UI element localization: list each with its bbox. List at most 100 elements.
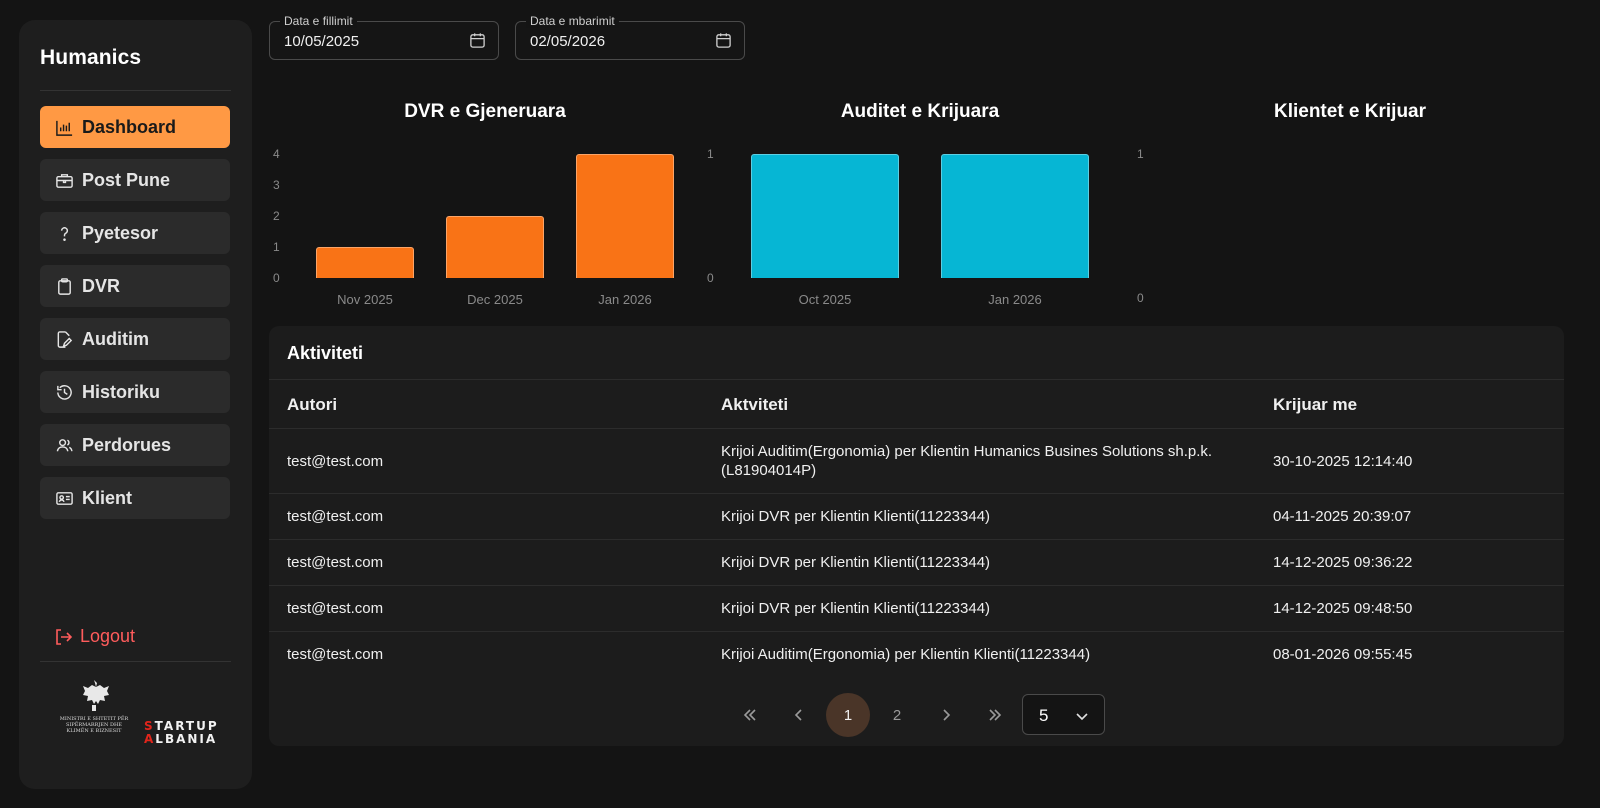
- chart-bar: [446, 216, 544, 278]
- sidebar-item-label: Perdorues: [82, 434, 172, 455]
- sidebar-item-label: Historiku: [82, 381, 161, 402]
- next-page-button[interactable]: [924, 693, 968, 737]
- sidebar-item-label: Post Pune: [82, 169, 171, 190]
- divider: [40, 90, 231, 91]
- logout-button[interactable]: Logout: [53, 626, 135, 647]
- chevron-right-icon: [943, 709, 951, 721]
- cell-author: test@test.com: [287, 453, 384, 470]
- y-tick-label: 1: [1137, 147, 1144, 161]
- page-size-value: 5: [1039, 706, 1049, 725]
- table-row: test@test.com Krijoi DVR per Klientin Kl…: [269, 585, 1564, 631]
- page-button-1[interactable]: 1: [826, 693, 870, 737]
- y-tick-label: 0: [707, 271, 714, 285]
- page-size-select[interactable]: 5: [1022, 694, 1105, 735]
- cell-created: 14-12-2025 09:36:22: [1273, 554, 1413, 571]
- users-icon: [54, 435, 74, 455]
- ministry-text: MINISTRI E SHTETIT PËR SIPËRMARRJEN DHE …: [59, 716, 129, 734]
- end-date-field[interactable]: Data e mbarimit 02/05/2026: [515, 14, 745, 60]
- table-row: test@test.com Krijoi Auditim(Ergonomia) …: [269, 631, 1564, 677]
- prev-page-button[interactable]: [777, 693, 821, 737]
- y-tick-label: 3: [273, 178, 280, 192]
- sidebar-item-klient[interactable]: Klient: [40, 477, 230, 519]
- clipboard-icon: [54, 276, 74, 296]
- chart-title: Auditet e Krijuara: [840, 101, 1000, 122]
- x-tick-label: Jan 2026: [598, 292, 652, 307]
- cell-created: 04-11-2025 20:39:07: [1273, 508, 1412, 525]
- y-tick-label: 0: [1137, 291, 1144, 305]
- y-tick-label: 0: [273, 271, 280, 285]
- edit-document-icon: [54, 329, 74, 349]
- activity-table: Autori Aktviteti Krijuar me test@test.co…: [269, 379, 1564, 677]
- chart-bar: [316, 247, 414, 278]
- history-icon: [54, 382, 74, 402]
- table-row: test@test.com Krijoi DVR per Klientin Kl…: [269, 493, 1564, 539]
- cell-author: test@test.com: [287, 600, 384, 617]
- sidebar-item-dvr[interactable]: DVR: [40, 265, 230, 307]
- cell-activity: Krijoi DVR per Klientin Klienti(11223344…: [721, 508, 991, 525]
- sidebar-item-label: Klient: [82, 487, 133, 508]
- cell-author: test@test.com: [287, 554, 384, 571]
- cell-created: 08-01-2026 09:55:45: [1273, 646, 1413, 663]
- logout-icon: [56, 628, 73, 645]
- end-date-label: Data e mbarimit: [526, 14, 619, 28]
- column-header-created: Krijuar me: [1273, 395, 1358, 414]
- cell-activity: Krijoi Auditim(Ergonomia) per Klientin K…: [721, 646, 1091, 663]
- briefcase-icon: [54, 170, 74, 190]
- double-chevron-right-icon: [989, 709, 1002, 721]
- last-page-button[interactable]: [973, 693, 1017, 737]
- cell-created: 14-12-2025 09:48:50: [1273, 600, 1413, 617]
- y-tick-label: 1: [707, 147, 714, 161]
- sidebar-item-dashboard[interactable]: Dashboard: [40, 106, 230, 148]
- activity-title: Aktiviteti: [287, 343, 364, 363]
- eagle-emblem-icon: [83, 680, 109, 711]
- sidebar-item-historiku[interactable]: Historiku: [40, 371, 230, 413]
- start-date-label: Data e fillimit: [280, 14, 357, 28]
- sidebar-item-pyetesor[interactable]: Pyetesor: [40, 212, 230, 254]
- brand-title: Humanics: [40, 46, 142, 69]
- column-header-author: Autori: [287, 395, 338, 414]
- sidebar-item-label: Pyetesor: [82, 222, 159, 243]
- sidebar-item-label: Auditim: [82, 328, 149, 349]
- bar-chart-icon: [54, 117, 74, 137]
- chart-title: Klientet e Krijuar: [1273, 101, 1427, 122]
- cell-author: test@test.com: [287, 646, 384, 663]
- table-header: Autori Aktviteti Krijuar me: [269, 379, 1564, 428]
- startup-albania-logo: STARTUP ALBANIA: [144, 720, 219, 746]
- chart-bar: [576, 154, 674, 278]
- ministry-logo: MINISTRI E SHTETIT PËR SIPËRMARRJEN DHE …: [59, 676, 129, 746]
- question-icon: [54, 223, 74, 243]
- chart-title: DVR e Gjeneruara: [404, 101, 566, 122]
- x-tick-label: Oct 2025: [798, 292, 852, 307]
- column-header-activity: Aktviteti: [721, 395, 789, 414]
- chevron-left-icon: [794, 709, 802, 721]
- sidebar-item-label: DVR: [82, 275, 121, 296]
- y-tick-label: 2: [273, 209, 280, 223]
- logout-label: Logout: [80, 626, 136, 646]
- sidebar-item-auditim[interactable]: Auditim: [40, 318, 230, 360]
- calendar-icon[interactable]: [469, 32, 486, 49]
- x-tick-label: Jan 2026: [988, 292, 1042, 307]
- cell-author: test@test.com: [287, 508, 384, 525]
- end-date-value: 02/05/2026: [530, 33, 606, 50]
- double-chevron-left-icon: [743, 709, 756, 721]
- sidebar: Humanics Dashboard Post Pune Pyetesor DV…: [19, 20, 252, 789]
- y-tick-label: 1: [273, 240, 280, 254]
- sidebar-item-post-pune[interactable]: Post Pune: [40, 159, 230, 201]
- sidebar-item-perdorues[interactable]: Perdorues: [40, 424, 230, 466]
- activity-panel: Aktiviteti Autori Aktviteti Krijuar me t…: [269, 326, 1564, 746]
- divider: [40, 661, 231, 662]
- cell-activity: Krijoi DVR per Klientin Klienti(11223344…: [721, 600, 991, 617]
- start-date-value: 10/05/2025: [284, 33, 360, 50]
- first-page-button[interactable]: [728, 693, 772, 737]
- startup-logo-line2: ALBANIA: [144, 732, 218, 746]
- x-tick-label: Nov 2025: [337, 292, 393, 307]
- calendar-icon[interactable]: [715, 32, 732, 49]
- cell-created: 30-10-2025 12:14:40: [1273, 453, 1413, 470]
- chevron-down-icon: [1076, 713, 1088, 721]
- start-date-field[interactable]: Data e fillimit 10/05/2025: [269, 14, 499, 60]
- table-row: test@test.com Krijoi DVR per Klientin Kl…: [269, 539, 1564, 585]
- sidebar-item-label: Dashboard: [82, 116, 177, 137]
- page-button-2[interactable]: 2: [875, 693, 919, 737]
- sidebar-nav: Dashboard Post Pune Pyetesor DVR Auditim…: [40, 106, 230, 530]
- chart-bar: [941, 154, 1089, 278]
